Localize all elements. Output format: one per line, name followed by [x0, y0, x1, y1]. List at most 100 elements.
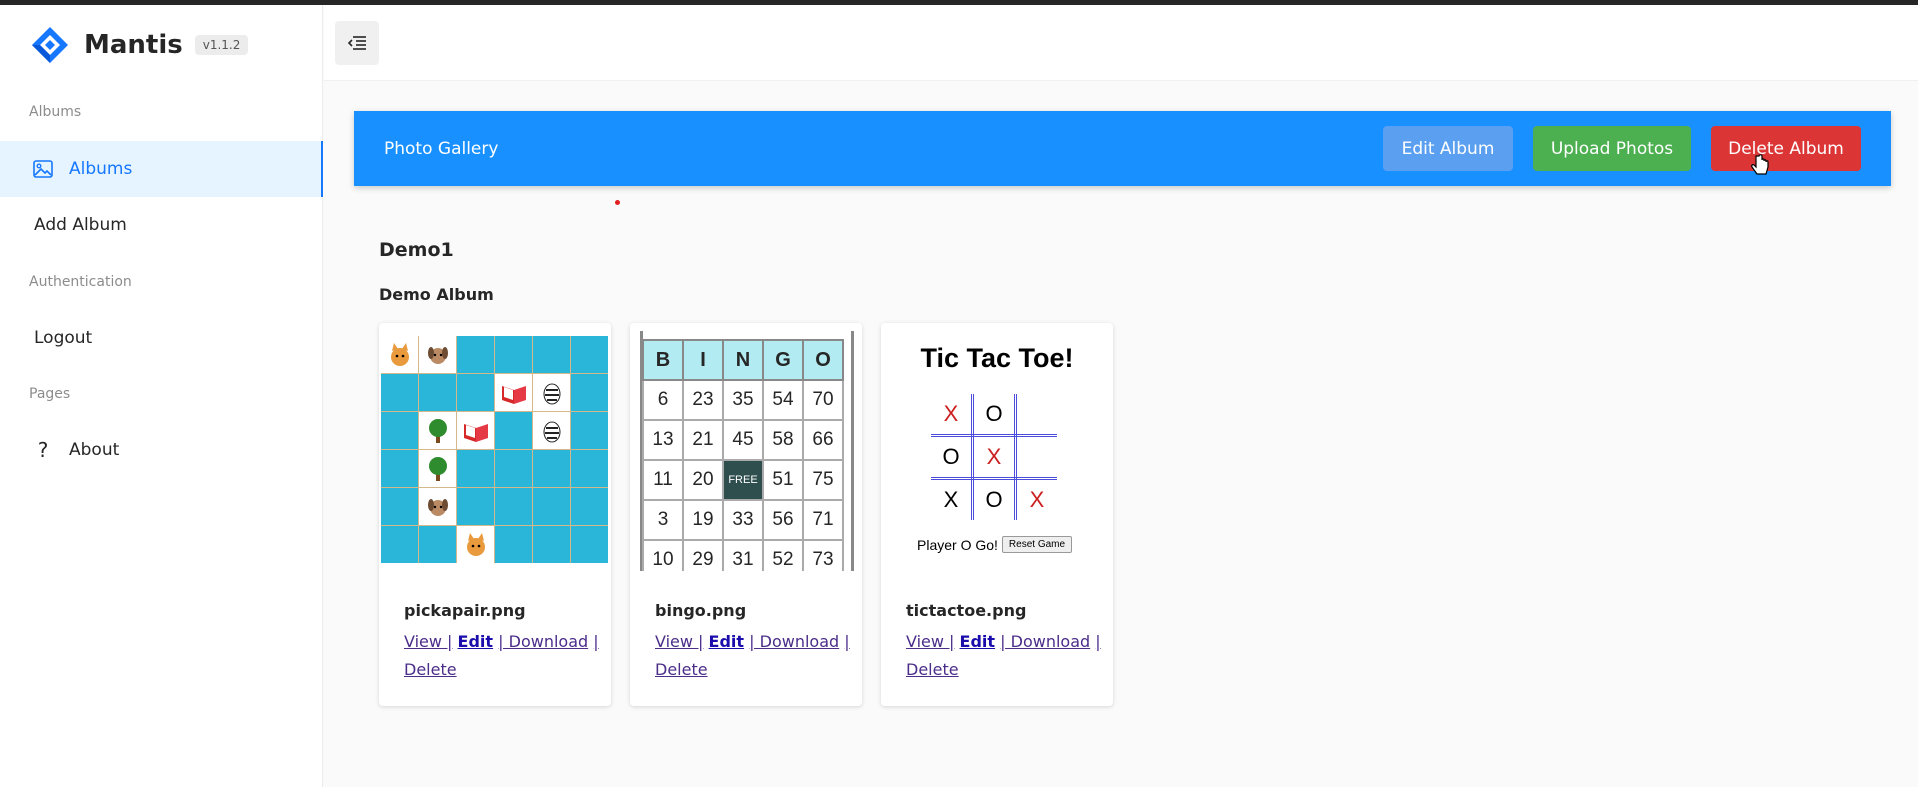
- tictactoe-cell: O: [985, 401, 1003, 426]
- pickapair-grid: [381, 336, 608, 563]
- version-badge: v1.1.2: [194, 35, 249, 55]
- cat-icon: [457, 526, 494, 563]
- sidebar-item-label: Add Album: [34, 215, 127, 235]
- tictactoe-title: Tic Tac Toe!: [920, 343, 1074, 373]
- edit-link[interactable]: Edit: [709, 632, 745, 651]
- zebra-icon: [533, 374, 570, 411]
- bingo-header-cell: I: [682, 339, 724, 381]
- download-link[interactable]: | Download: [749, 632, 839, 651]
- bingo-cell: 6: [642, 379, 684, 421]
- photo-filename: tictactoe.png: [906, 601, 1027, 620]
- cat-icon: [381, 336, 418, 373]
- edit-link[interactable]: Edit: [960, 632, 996, 651]
- photo-filename: pickapair.png: [404, 601, 526, 620]
- tictactoe-cell: X: [1029, 487, 1045, 512]
- photo-thumbnail-bingo[interactable]: BINGO 6 23 35 54 70 13 21 45 58 66 11 20 FREE 51 75 3 19…: [630, 331, 862, 571]
- gallery-title: Photo Gallery: [384, 138, 499, 159]
- album-description: Demo Album: [379, 285, 494, 304]
- sidebar-item-label: About: [69, 440, 120, 460]
- pickapair-cell: [571, 526, 608, 563]
- zebra-icon: [533, 412, 570, 449]
- tree-icon: [419, 450, 456, 487]
- bingo-cell: 51: [762, 459, 804, 501]
- pickapair-cell: [381, 450, 418, 487]
- download-link[interactable]: | Download: [1000, 632, 1090, 651]
- pickapair-cell: [571, 412, 608, 449]
- view-link[interactable]: View |: [906, 632, 954, 651]
- sidebar: Mantis v1.1.2 Albums Albums Add Album Au…: [0, 5, 323, 787]
- tictactoe-cell: [1018, 395, 1056, 433]
- menu-toggle-button[interactable]: [335, 21, 379, 65]
- download-link[interactable]: | Download: [498, 632, 588, 651]
- dog-icon: [419, 336, 456, 373]
- sidebar-item-label: Logout: [34, 328, 93, 348]
- bingo-cell: 71: [802, 499, 844, 541]
- bingo-cell: 10: [642, 539, 684, 571]
- bingo-cell: 58: [762, 419, 804, 461]
- board-line: [971, 394, 974, 520]
- sidebar-item-albums[interactable]: Albums: [0, 141, 323, 197]
- bingo-right-border: [851, 331, 854, 571]
- board-line: [931, 477, 1057, 480]
- edit-link[interactable]: Edit: [458, 632, 494, 651]
- tictactoe-cell: X: [986, 444, 1002, 469]
- bingo-cell: 35: [722, 379, 764, 421]
- pickapair-cell: [495, 412, 532, 449]
- pickapair-cell: [495, 450, 532, 487]
- tictactoe-board: XOOXXOX: [931, 394, 1057, 520]
- bingo-cell: 31: [722, 539, 764, 571]
- photo-thumbnail-pickapair[interactable]: [379, 331, 611, 571]
- bingo-cell: 23: [682, 379, 724, 421]
- edit-album-button[interactable]: Edit Album: [1383, 126, 1513, 171]
- pickapair-cell: [571, 336, 608, 373]
- pickapair-cell: [457, 336, 494, 373]
- bingo-cell: FREE: [722, 459, 764, 501]
- bingo-cell: 56: [762, 499, 804, 541]
- tictactoe-status-row: Player O Go! Reset Game: [917, 536, 1073, 553]
- photo-thumbnail-tictactoe[interactable]: Tic Tac Toe! XOOXXOX Player O Go! Reset …: [881, 331, 1113, 571]
- hand-cursor-icon: [1751, 154, 1769, 175]
- menu-fold-icon: [347, 36, 366, 50]
- sidebar-group-authentication: Authentication: [29, 274, 132, 290]
- bingo-cell: 75: [802, 459, 844, 501]
- dog-icon: [419, 488, 456, 525]
- photo-actions: View | Edit | Download | Delete: [404, 628, 604, 684]
- bingo-header-cell: G: [762, 339, 804, 381]
- pickapair-cell: [495, 336, 532, 373]
- photo-card: BINGO 6 23 35 54 70 13 21 45 58 66 11 20 FREE 51 75 3 19…: [630, 323, 862, 706]
- bingo-cell: 19: [682, 499, 724, 541]
- pickapair-cell: [457, 488, 494, 525]
- pickapair-cell: [533, 526, 570, 563]
- sidebar-item-add-album[interactable]: Add Album: [0, 197, 323, 253]
- pickapair-cell: [381, 526, 418, 563]
- photo-card: pickapair.png View | Edit | Download | D…: [379, 323, 611, 706]
- bingo-cell: 3: [642, 499, 684, 541]
- photo-filename: bingo.png: [655, 601, 747, 620]
- photo-actions: View | Edit | Download | Delete: [906, 628, 1106, 684]
- tictactoe-cell: O: [942, 444, 960, 469]
- upload-photos-button[interactable]: Upload Photos: [1533, 126, 1691, 171]
- pickapair-cell: [495, 488, 532, 525]
- pickapair-cell: [381, 412, 418, 449]
- view-link[interactable]: View |: [404, 632, 452, 651]
- pickapair-cell: [571, 450, 608, 487]
- pickapair-cell: [571, 488, 608, 525]
- tree-icon: [419, 412, 456, 449]
- bingo-cell: 66: [802, 419, 844, 461]
- view-link[interactable]: View |: [655, 632, 703, 651]
- tictactoe-cell: [1018, 438, 1056, 476]
- sidebar-item-about[interactable]: ? About: [0, 422, 323, 478]
- bingo-cell: 45: [722, 419, 764, 461]
- bingo-cell: 33: [722, 499, 764, 541]
- sidebar-item-logout[interactable]: Logout: [0, 310, 323, 366]
- sidebar-item-label: Albums: [69, 159, 133, 179]
- pickapair-cell: [495, 526, 532, 563]
- top-header: [324, 5, 1918, 81]
- delete-album-button[interactable]: Delete Album: [1711, 126, 1861, 171]
- tictactoe-cell: O: [985, 487, 1003, 512]
- reset-game-button: Reset Game: [1001, 536, 1073, 553]
- bingo-cell: 70: [802, 379, 844, 421]
- photo-actions: View | Edit | Download | Delete: [655, 628, 855, 684]
- tictactoe-cell: X: [943, 401, 959, 426]
- brand[interactable]: Mantis v1.1.2: [30, 25, 249, 65]
